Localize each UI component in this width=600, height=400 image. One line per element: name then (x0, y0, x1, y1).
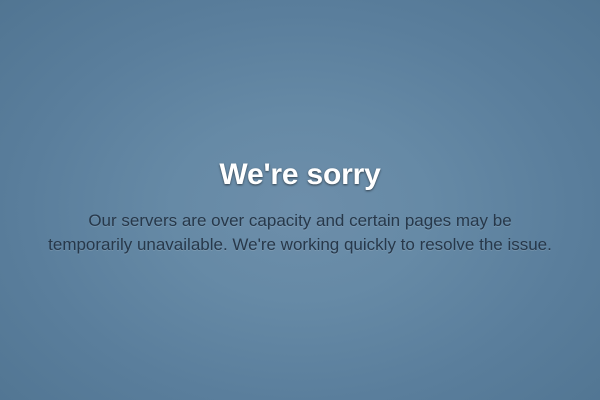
error-page: We're sorry Our servers are over capacit… (0, 0, 600, 400)
error-message-line: Our servers are over capacity and certai… (88, 211, 512, 230)
error-title: We're sorry (219, 158, 381, 191)
error-message: Our servers are over capacity and certai… (20, 209, 580, 257)
error-message-line: temporarily unavailable. We're working q… (48, 235, 552, 254)
